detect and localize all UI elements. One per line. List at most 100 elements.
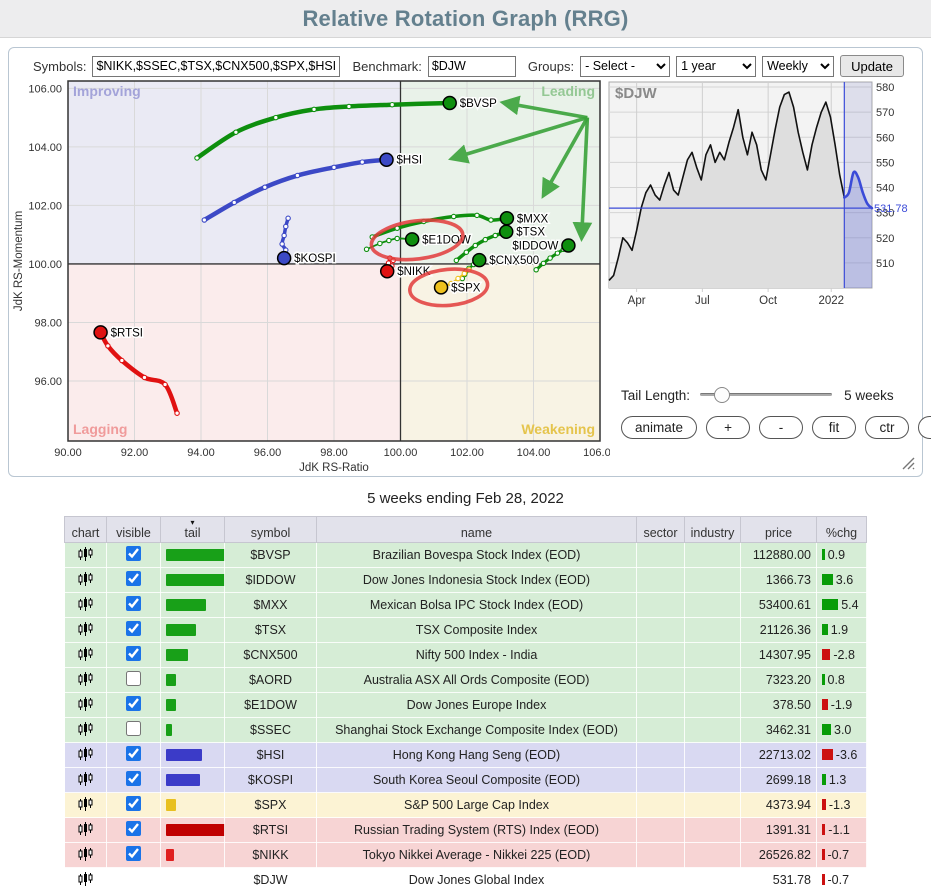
rrg-button-animate[interactable]: animate: [621, 416, 697, 439]
chart-link-cell[interactable]: [65, 668, 107, 693]
column-header-sector[interactable]: sector: [637, 517, 685, 543]
candlestick-chart-icon[interactable]: [78, 846, 93, 862]
chart-link-cell[interactable]: [65, 818, 107, 843]
slider-knob[interactable]: [714, 387, 730, 403]
frequency-select[interactable]: Weekly: [762, 56, 834, 77]
chart-link-cell[interactable]: [65, 868, 107, 893]
rrg-dot-$IDDOW[interactable]: [562, 239, 575, 252]
visible-checkbox[interactable]: [126, 596, 141, 611]
visible-cell: [107, 718, 161, 743]
column-header-name[interactable]: name: [317, 517, 637, 543]
candlestick-chart-icon[interactable]: [78, 721, 93, 737]
chart-link-cell[interactable]: [65, 718, 107, 743]
benchmark-input[interactable]: [428, 56, 516, 77]
chart-link-cell[interactable]: [65, 543, 107, 568]
candlestick-chart-icon[interactable]: [78, 646, 93, 662]
visible-checkbox[interactable]: [126, 546, 141, 561]
rrg-dot-$BVSP[interactable]: [443, 96, 456, 109]
name-cell: Dow Jones Europe Index: [317, 693, 637, 718]
rrg-dot-$SPX[interactable]: [435, 281, 448, 294]
rrg-dot-$HSI[interactable]: [380, 153, 393, 166]
candlestick-chart-icon[interactable]: [78, 671, 93, 687]
loss-bar-icon: [822, 849, 825, 860]
industry-cell: [685, 693, 741, 718]
period-select[interactable]: 1 year: [676, 56, 756, 77]
rrg-button-max[interactable]: max: [918, 416, 931, 439]
chart-link-cell[interactable]: [65, 743, 107, 768]
candlestick-chart-icon[interactable]: [78, 596, 93, 612]
symbol-cell: $CNX500: [225, 643, 317, 668]
tail-swatch: [166, 799, 176, 811]
chart-link-cell[interactable]: [65, 618, 107, 643]
visible-checkbox[interactable]: [126, 621, 141, 636]
chart-link-cell[interactable]: [65, 593, 107, 618]
candlestick-chart-icon[interactable]: [78, 621, 93, 637]
visible-checkbox[interactable]: [126, 671, 141, 686]
industry-cell: [685, 618, 741, 643]
column-header-industry[interactable]: industry: [685, 517, 741, 543]
tail-swatch: [166, 574, 226, 586]
update-button[interactable]: Update: [840, 55, 904, 77]
symbols-input[interactable]: [92, 56, 340, 77]
rrg-dot-$E1DOW[interactable]: [406, 233, 419, 246]
rrg-button-plus[interactable]: +: [706, 416, 750, 439]
name-cell: Russian Trading System (RTS) Index (EOD): [317, 818, 637, 843]
visible-checkbox[interactable]: [126, 746, 141, 761]
rrg-dot-$TSX[interactable]: [500, 225, 513, 238]
rrg-dot-$NIKK[interactable]: [381, 265, 394, 278]
visible-checkbox[interactable]: [126, 696, 141, 711]
column-header-visible[interactable]: visible: [107, 517, 161, 543]
visible-checkbox[interactable]: [126, 771, 141, 786]
rrg-button-ctr[interactable]: ctr: [865, 416, 909, 439]
column-header-chart[interactable]: chart: [65, 517, 107, 543]
svg-text:102.00: 102.00: [28, 200, 62, 212]
candlestick-chart-icon[interactable]: [78, 871, 93, 887]
visible-checkbox[interactable]: [126, 821, 141, 836]
visible-cell: [107, 693, 161, 718]
column-header-price[interactable]: price: [741, 517, 817, 543]
chart-link-cell[interactable]: [65, 768, 107, 793]
visible-checkbox[interactable]: [126, 846, 141, 861]
tail-length-slider[interactable]: [700, 386, 832, 404]
candlestick-chart-icon[interactable]: [78, 696, 93, 712]
candlestick-chart-icon[interactable]: [78, 746, 93, 762]
rrg-button-fit[interactable]: fit: [812, 416, 856, 439]
candlestick-chart-icon[interactable]: [78, 821, 93, 837]
chart-link-cell[interactable]: [65, 643, 107, 668]
pct-change-cell: -0.7: [817, 843, 867, 868]
industry-cell: [685, 768, 741, 793]
visible-checkbox[interactable]: [126, 571, 141, 586]
visible-checkbox[interactable]: [126, 646, 141, 661]
sector-cell: [637, 593, 685, 618]
rrg-chart[interactable]: $BVSP$HSI$KOSPI$MXX$TSX$E1DOW$IDDOW$CNX5…: [10, 76, 610, 476]
candlestick-chart-icon[interactable]: [78, 771, 93, 787]
visible-checkbox[interactable]: [126, 721, 141, 736]
rrg-dot-$MXX[interactable]: [500, 212, 513, 225]
industry-cell: [685, 543, 741, 568]
column-header-pctchg[interactable]: %chg: [817, 517, 867, 543]
visible-checkbox[interactable]: [126, 796, 141, 811]
chart-link-cell[interactable]: [65, 793, 107, 818]
benchmark-mini-chart[interactable]: 510520530540550560570580531.78AprJulOct2…: [607, 78, 915, 310]
candlestick-chart-icon[interactable]: [78, 546, 93, 562]
chart-link-cell[interactable]: [65, 843, 107, 868]
quadrant-label-improving: Improving: [73, 83, 141, 99]
chart-link-cell[interactable]: [65, 568, 107, 593]
name-cell: Nifty 500 Index - India: [317, 643, 637, 668]
rrg-panel: Symbols: Benchmark: Groups: - Select - 1…: [8, 47, 923, 477]
symbol-cell: $HSI: [225, 743, 317, 768]
rrg-button-minus[interactable]: -: [759, 416, 803, 439]
rrg-yaxis-title: JdK RS-Momentum: [13, 211, 25, 311]
resize-handle-icon[interactable]: [900, 455, 915, 470]
column-header-tail[interactable]: ▾tail: [161, 517, 225, 543]
industry-cell: [685, 568, 741, 593]
groups-select[interactable]: - Select -: [580, 56, 670, 77]
rrg-dot-$CNX500[interactable]: [473, 254, 486, 267]
candlestick-chart-icon[interactable]: [78, 796, 93, 812]
rrg-dot-$KOSPI[interactable]: [278, 252, 291, 265]
chart-link-cell[interactable]: [65, 693, 107, 718]
price-cell: 1391.31: [741, 818, 817, 843]
column-header-symbol[interactable]: symbol: [225, 517, 317, 543]
candlestick-chart-icon[interactable]: [78, 571, 93, 587]
rrg-dot-$RTSI[interactable]: [94, 326, 107, 339]
